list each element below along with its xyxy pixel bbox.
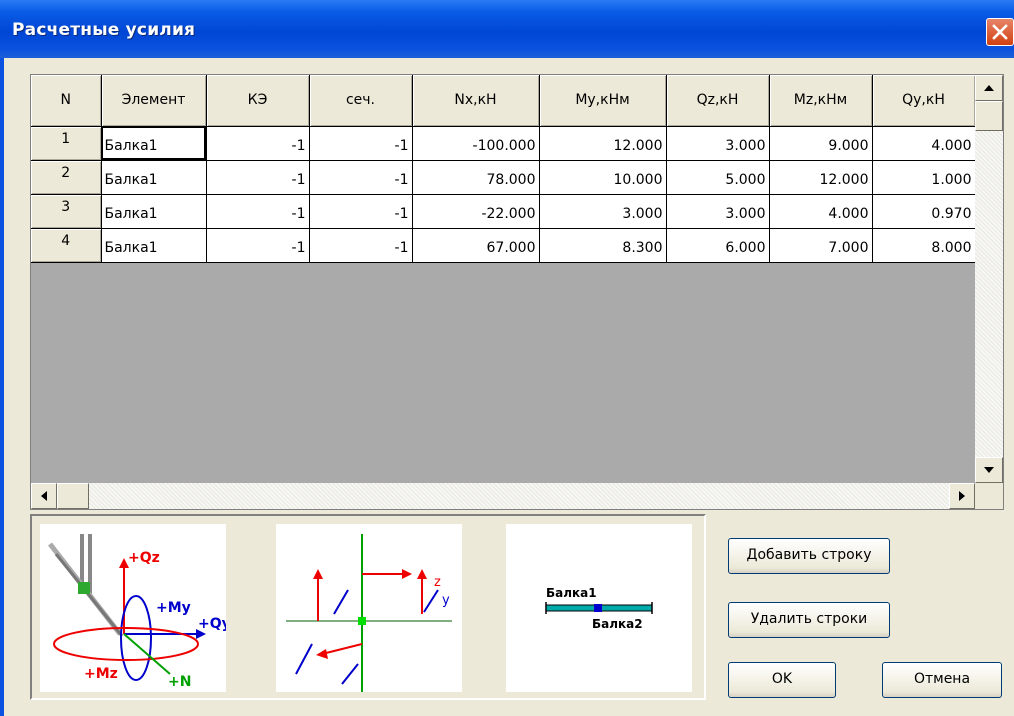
- cell-section[interactable]: -1: [309, 160, 413, 195]
- beams-diagram-icon: Балка1 Балка2: [545, 586, 653, 631]
- table-row: 4 Балка1 -1 -1 67.000 8.300 6.000 7.000 …: [31, 228, 976, 263]
- add-row-button[interactable]: Добавить строку: [728, 538, 890, 574]
- beams-diagram: Балка1 Балка2: [506, 524, 692, 692]
- column-header-section[interactable]: сеч.: [309, 75, 413, 127]
- axes-diagram: z y: [276, 524, 462, 692]
- scrollbar-corner: [975, 483, 1003, 509]
- column-header-fe[interactable]: КЭ: [206, 75, 310, 127]
- row-header[interactable]: 1: [31, 126, 102, 161]
- scroll-up-button[interactable]: [975, 75, 1003, 101]
- cell-fe[interactable]: -1: [206, 228, 310, 263]
- axes-diagram-icon: z y: [286, 534, 452, 692]
- cell-mz[interactable]: 4.000: [769, 194, 873, 229]
- cell-qy[interactable]: 0.970: [872, 194, 976, 229]
- qy-label: +Qy: [198, 616, 226, 632]
- window-title: Расчетные усилия: [12, 20, 196, 40]
- cell-qy[interactable]: 8.000: [872, 228, 976, 263]
- close-button[interactable]: [986, 18, 1014, 46]
- cell-element[interactable]: Балка1: [101, 126, 207, 161]
- column-header-element[interactable]: Элемент: [101, 75, 207, 127]
- row-header[interactable]: 4: [31, 228, 102, 263]
- column-header-nx[interactable]: Nx,кН: [412, 75, 540, 127]
- table-row: 3 Балка1 -1 -1 -22.000 3.000 3.000 4.000…: [31, 194, 976, 229]
- delete-rows-button[interactable]: Удалить строки: [728, 602, 890, 638]
- horizontal-scrollbar[interactable]: [31, 483, 975, 509]
- cell-qy[interactable]: 1.000: [872, 160, 976, 195]
- column-header-n[interactable]: N: [31, 75, 102, 127]
- cell-section[interactable]: -1: [309, 228, 413, 263]
- mz-label: +Mz: [84, 666, 118, 682]
- cell-element[interactable]: Балка1: [101, 228, 207, 263]
- scroll-thumb[interactable]: [975, 101, 1003, 131]
- table-row: 1 Балка1 -1 -1 -100.000 12.000 3.000 9.0…: [31, 126, 976, 161]
- scroll-down-button[interactable]: [975, 457, 1003, 483]
- cell-qy[interactable]: 4.000: [872, 126, 976, 161]
- arrow-left-icon: [41, 491, 47, 501]
- title-bar[interactable]: Расчетные усилия: [0, 0, 1014, 58]
- cell-nx[interactable]: 67.000: [412, 228, 540, 263]
- cancel-button[interactable]: Отмена: [882, 662, 1002, 698]
- column-header-qy[interactable]: Qy,кН: [872, 75, 976, 127]
- column-header-qz[interactable]: Qz,кН: [666, 75, 770, 127]
- beam1-label: Балка1: [546, 586, 597, 600]
- cell-my[interactable]: 3.000: [539, 194, 667, 229]
- cell-qz[interactable]: 3.000: [666, 126, 770, 161]
- cell-fe[interactable]: -1: [206, 160, 310, 195]
- cell-my[interactable]: 8.300: [539, 228, 667, 263]
- qz-label: +Qz: [128, 550, 160, 566]
- forces-grid[interactable]: N Элемент КЭ сеч. Nx,кН My,кНм Qz,кН Mz,…: [30, 74, 1004, 510]
- cell-nx[interactable]: 78.000: [412, 160, 540, 195]
- y-axis-label: y: [442, 593, 450, 608]
- table-header-row: N Элемент КЭ сеч. Nx,кН My,кНм Qz,кН Mz,…: [31, 75, 976, 127]
- my-label: +My: [156, 600, 191, 616]
- cell-element[interactable]: Балка1: [101, 160, 207, 195]
- ok-button[interactable]: OK: [728, 662, 836, 698]
- cell-nx[interactable]: -22.000: [412, 194, 540, 229]
- beam2-label: Балка2: [592, 617, 643, 631]
- cell-element[interactable]: Балка1: [101, 194, 207, 229]
- cell-qz[interactable]: 3.000: [666, 194, 770, 229]
- cell-qz[interactable]: 6.000: [666, 228, 770, 263]
- cell-my[interactable]: 12.000: [539, 126, 667, 161]
- cell-mz[interactable]: 9.000: [769, 126, 873, 161]
- forces-sign-diagram: +Qz +My +Qy +Mz +N: [40, 524, 231, 692]
- vertical-scrollbar[interactable]: [975, 75, 1003, 483]
- forces-table: N Элемент КЭ сеч. Nx,кН My,кНм Qz,кН Mz,…: [31, 75, 976, 263]
- table-row: 2 Балка1 -1 -1 78.000 10.000 5.000 12.00…: [31, 160, 976, 195]
- arrow-up-icon: [984, 85, 994, 91]
- cell-fe[interactable]: -1: [206, 194, 310, 229]
- n-label: +N: [168, 674, 191, 690]
- cell-my[interactable]: 10.000: [539, 160, 667, 195]
- forces-diagram-icon: +Qz +My +Qy +Mz +N: [48, 534, 231, 690]
- scroll-left-button[interactable]: [31, 483, 57, 509]
- cell-section[interactable]: -1: [309, 126, 413, 161]
- cell-qz[interactable]: 5.000: [666, 160, 770, 195]
- cell-mz[interactable]: 7.000: [769, 228, 873, 263]
- arrow-right-icon: [959, 491, 965, 501]
- dialog-window: Расчетные усилия N Элемент КЭ сеч. Nx,кН…: [0, 0, 1014, 716]
- row-header[interactable]: 2: [31, 160, 102, 195]
- z-axis-label: z: [434, 575, 441, 590]
- row-header[interactable]: 3: [31, 194, 102, 229]
- scroll-thumb-horizontal[interactable]: [57, 483, 89, 509]
- diagrams-panel: +Qz +My +Qy +Mz +N z: [30, 514, 706, 700]
- cell-nx[interactable]: -100.000: [412, 126, 540, 161]
- cell-fe[interactable]: -1: [206, 126, 310, 161]
- arrow-down-icon: [984, 467, 994, 473]
- column-header-my[interactable]: My,кНм: [539, 75, 667, 127]
- cell-section[interactable]: -1: [309, 194, 413, 229]
- close-icon: [992, 24, 1008, 40]
- scroll-right-button[interactable]: [949, 483, 975, 509]
- column-header-mz[interactable]: Mz,кНм: [769, 75, 873, 127]
- cell-mz[interactable]: 12.000: [769, 160, 873, 195]
- window-frame: [0, 58, 4, 716]
